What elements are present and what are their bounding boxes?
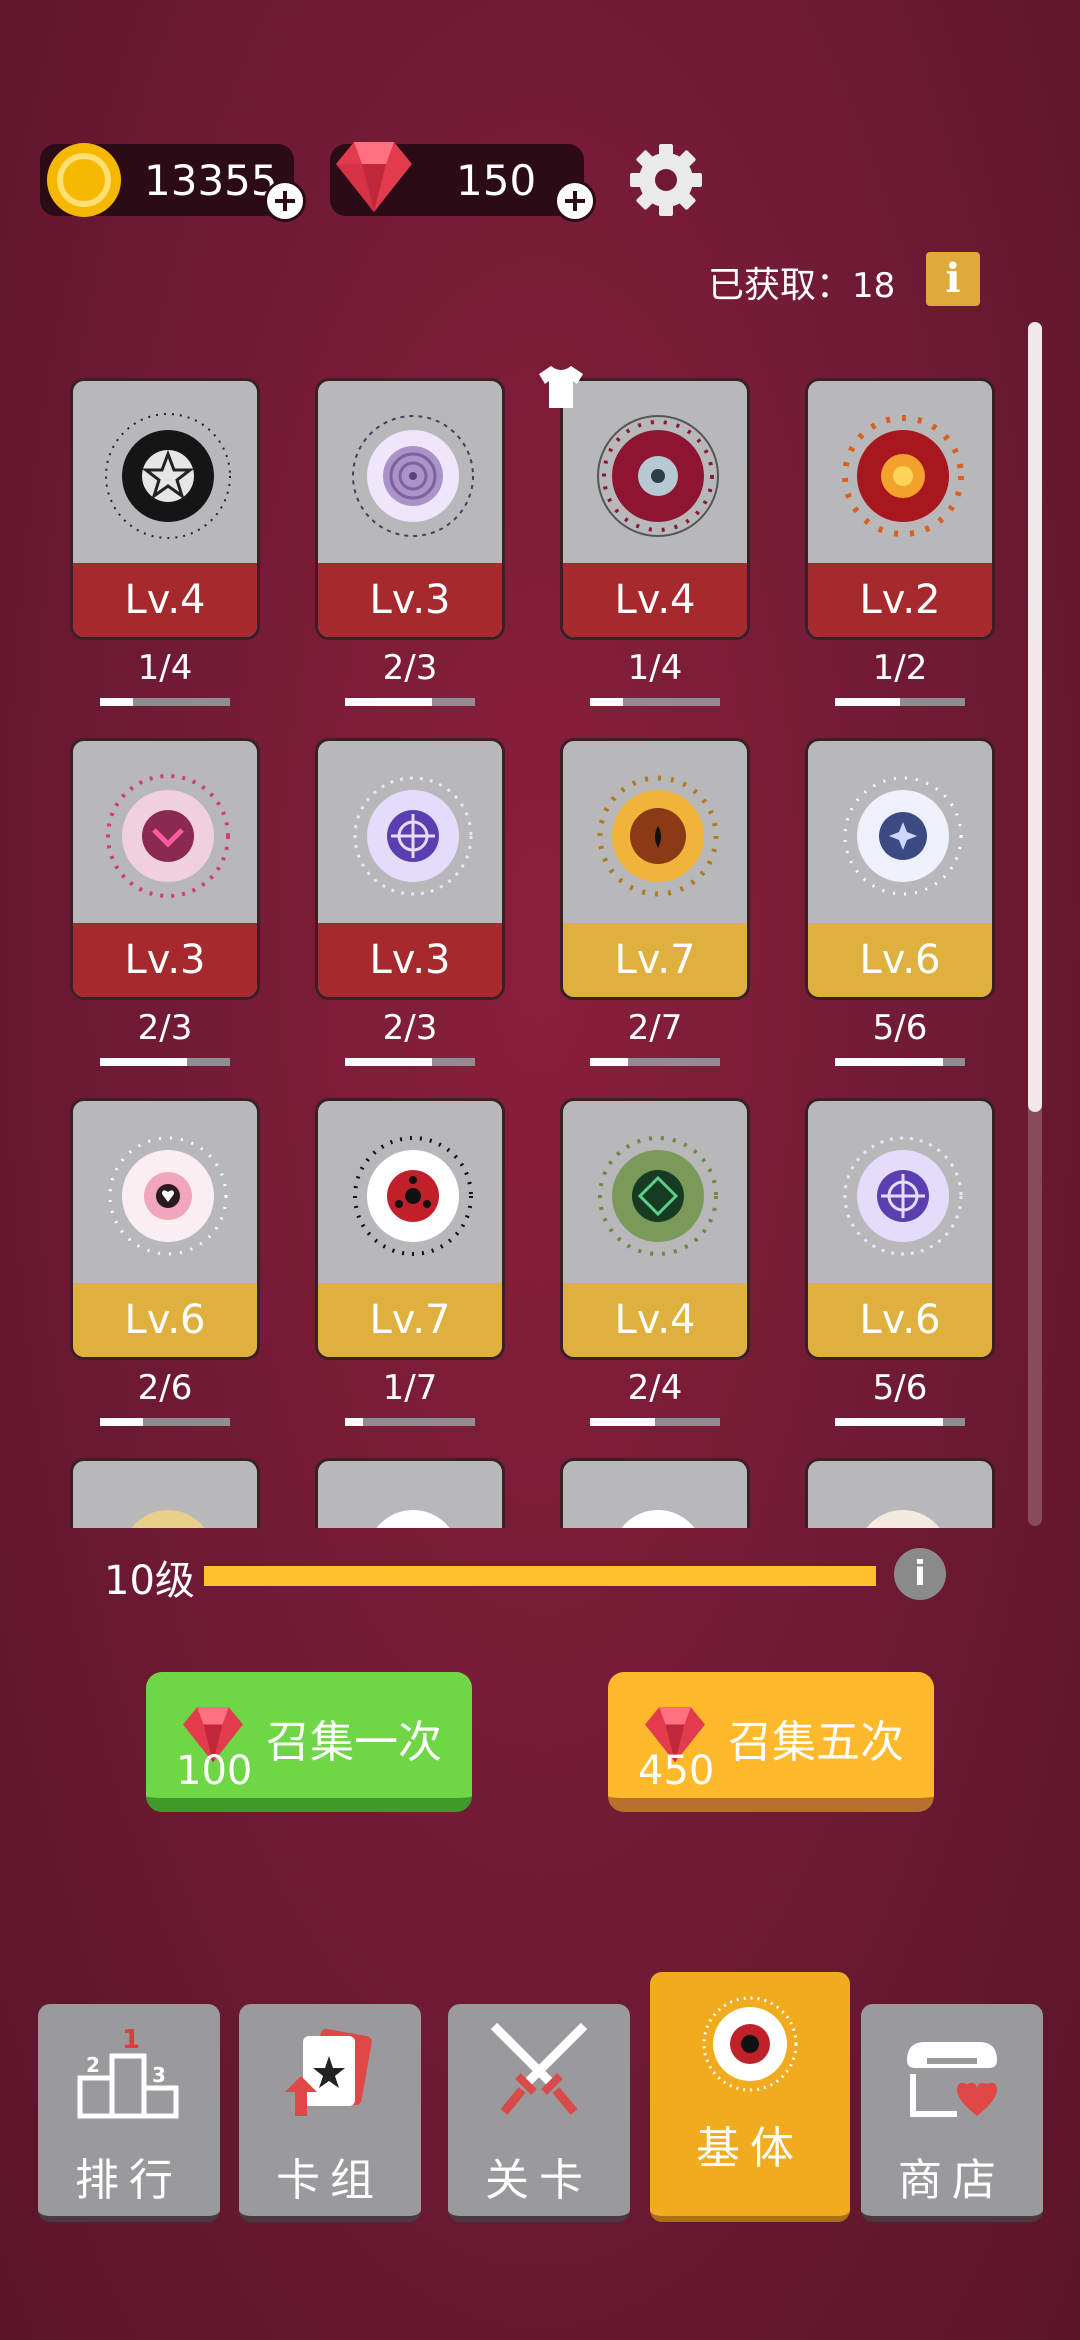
nav-base-label: 基体	[696, 2123, 804, 2174]
card-golden-eye[interactable]: Lv.7	[560, 738, 750, 1000]
player-level-label: 10级	[104, 1558, 195, 1604]
card-pink-eye[interactable]: Lv.3	[70, 738, 260, 1000]
card-rinnegan[interactable]: Lv.3	[315, 378, 505, 640]
card-progress-bar	[590, 698, 720, 706]
card-sharingan[interactable]: Lv.7	[315, 1098, 505, 1360]
card-partial[interactable]	[70, 1458, 260, 1528]
card-level: Lv.7	[318, 1283, 502, 1357]
card-level: Lv.6	[73, 1283, 257, 1357]
card-progress-bar	[100, 698, 230, 706]
cards-icon	[285, 2028, 372, 2116]
equipped-shirt-icon	[539, 366, 583, 408]
eye-icon	[702, 1996, 798, 2092]
card-partial[interactable]	[560, 1458, 750, 1528]
summon-once-button[interactable]: 100 召集一次	[146, 1672, 472, 1812]
summon-once-cost: 100	[176, 1748, 253, 1794]
card-pentagram[interactable]: Lv.4	[70, 378, 260, 640]
card-progress-bar	[835, 698, 965, 706]
card-crimson-eye[interactable]: Lv.4	[560, 378, 750, 640]
card-progress: 1/2	[872, 648, 928, 688]
card-progress-bar	[345, 1418, 475, 1426]
card-progress-bar	[100, 1418, 230, 1426]
nav-base-active[interactable]: 基体	[650, 1972, 850, 2222]
pink-eye-icon	[106, 774, 230, 898]
crimson-eye-icon	[597, 415, 719, 537]
eye-icon	[376, 1510, 450, 1528]
card-jade-eye[interactable]: Lv.4	[560, 1098, 750, 1360]
nav-stage[interactable]: 关卡	[448, 2004, 630, 2222]
card-cross-eye[interactable]: Lv.6	[805, 1098, 995, 1360]
card-level: Lv.2	[808, 563, 992, 637]
nav-rank-label: 排行	[75, 2155, 183, 2206]
eye-icon	[621, 1510, 695, 1528]
heart-eye-icon	[108, 1136, 228, 1256]
nav-rank[interactable]: 1 2 3 排行	[38, 2004, 220, 2222]
card-progress-bar	[345, 1058, 475, 1066]
summon-five-button[interactable]: 450 召集五次	[608, 1672, 934, 1812]
card-progress-bar	[590, 1418, 720, 1426]
podium-icon: 1 2 3	[77, 2028, 179, 2119]
eye-icon	[131, 1510, 205, 1528]
golden-eye-icon	[597, 775, 719, 897]
summon-once-label: 召集一次	[266, 1717, 442, 1768]
sharingan-eye-icon	[353, 1136, 473, 1256]
card-level: Lv.6	[808, 1283, 992, 1357]
nav-stage-label: 关卡	[485, 2155, 593, 2206]
card-progress: 2/3	[137, 1008, 193, 1048]
card-progress: 2/3	[382, 1008, 438, 1048]
card-progress: 1/7	[382, 1368, 438, 1408]
nav-deck[interactable]: 卡组	[239, 2004, 421, 2222]
card-level: Lv.6	[808, 923, 992, 997]
card-progress-bar	[100, 1058, 230, 1066]
ripple-eye-icon	[352, 415, 474, 537]
card-progress-bar	[835, 1418, 965, 1426]
card-level: Lv.3	[318, 923, 502, 997]
card-progress: 5/6	[872, 1008, 928, 1048]
card-level: Lv.4	[73, 563, 257, 637]
card-progress: 2/7	[627, 1008, 683, 1048]
card-progress-bar	[590, 1058, 720, 1066]
card-progress: 2/3	[382, 648, 438, 688]
cross-eye-icon	[843, 1136, 963, 1256]
card-partial[interactable]	[805, 1458, 995, 1528]
shop-icon	[907, 2042, 997, 2117]
crossed-swords-icon	[490, 2022, 588, 2115]
card-star-eye[interactable]: Lv.6	[805, 738, 995, 1000]
card-level: Lv.4	[563, 1283, 747, 1357]
card-level: Lv.3	[73, 923, 257, 997]
card-heart-eye[interactable]: Lv.6	[70, 1098, 260, 1360]
jade-eye-icon	[598, 1136, 718, 1256]
svg-text:3: 3	[152, 2063, 166, 2087]
pentagram-eye-icon	[105, 413, 231, 539]
player-level-bar	[204, 1566, 876, 1586]
violet-eye-icon	[353, 776, 473, 896]
nav-shop[interactable]: 商店	[861, 2004, 1043, 2222]
card-level: Lv.3	[318, 563, 502, 637]
card-level: Lv.4	[563, 563, 747, 637]
card-level: Lv.7	[563, 923, 747, 997]
card-violet-eye[interactable]: Lv.3	[315, 738, 505, 1000]
summon-five-cost: 450	[638, 1748, 715, 1794]
card-progress: 2/6	[137, 1368, 193, 1408]
eye-icon	[866, 1510, 940, 1528]
flame-eye-icon	[842, 415, 964, 537]
card-progress: 2/4	[627, 1368, 683, 1408]
svg-text:1: 1	[122, 2028, 140, 2055]
card-progress-bar	[345, 698, 475, 706]
card-progress: 1/4	[627, 648, 683, 688]
summon-five-label: 召集五次	[728, 1717, 904, 1768]
card-progress: 1/4	[137, 648, 193, 688]
level-info-button[interactable]: i	[894, 1548, 946, 1600]
nav-deck-label: 卡组	[276, 2155, 384, 2206]
card-progress: 5/6	[872, 1368, 928, 1408]
star-eye-icon	[843, 776, 963, 896]
card-grid: Lv.4 Lv.3 Lv.4 Lv.2 1/4 2/3 1/4 1/2 Lv.3…	[0, 0, 1080, 1528]
svg-text:2: 2	[86, 2053, 100, 2077]
card-flame-eye[interactable]: Lv.2	[805, 378, 995, 640]
card-progress-bar	[835, 1058, 965, 1066]
card-partial[interactable]	[315, 1458, 505, 1528]
nav-shop-label: 商店	[898, 2155, 1006, 2206]
